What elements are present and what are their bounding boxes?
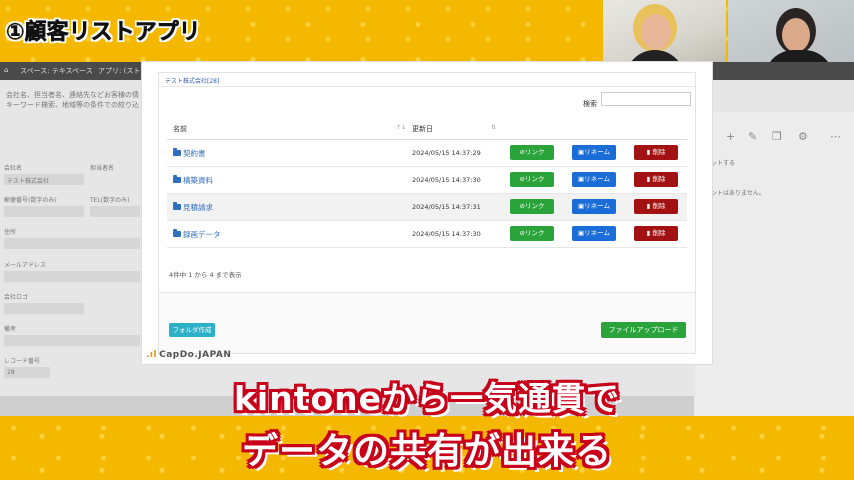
breadcrumb-app[interactable]: アプリ: (ストレ bbox=[98, 66, 147, 76]
delete-button[interactable]: ▮ 削除 bbox=[634, 199, 678, 214]
field-label: 備考 bbox=[4, 326, 17, 333]
panel-heading: テスト株式会社[28] bbox=[159, 73, 695, 87]
pagination-info: 4件中 1 から 4 まで表示 bbox=[169, 271, 242, 279]
file-row: 契約書 2024/05/15 14:37:29 ⊘リンク ▣リネーム ▮ 削除 bbox=[167, 140, 687, 167]
breadcrumb-space[interactable]: スペース: テキスペース bbox=[20, 66, 93, 76]
video-title: ①顧客リストアプリ bbox=[6, 20, 201, 46]
updated-date: 2024/05/15 14:37:30 bbox=[412, 230, 481, 238]
field-label: レコード番号 bbox=[4, 358, 41, 365]
home-icon[interactable]: ⌂ bbox=[4, 66, 8, 74]
field-label: 担当者名 bbox=[90, 165, 115, 172]
create-folder-button[interactable]: フォルダ作成 bbox=[169, 323, 215, 337]
search-input[interactable] bbox=[601, 92, 691, 106]
no-comments-text: メントはありません。 bbox=[705, 190, 765, 197]
trash-icon: ▮ bbox=[646, 148, 651, 156]
folder-name-link[interactable]: 契約書 bbox=[183, 148, 206, 159]
link-button[interactable]: ⊘リンク bbox=[510, 145, 554, 160]
logo-field[interactable] bbox=[4, 303, 84, 314]
delete-button[interactable]: ▮ 削除 bbox=[634, 172, 678, 187]
capdo-logo: .ıl CapDo.JAPAN bbox=[146, 350, 232, 360]
sort-icon[interactable]: ↑↓ bbox=[396, 124, 406, 131]
more-icon[interactable]: ⋯ bbox=[830, 130, 841, 143]
trash-icon: ▮ bbox=[646, 229, 651, 237]
link-button[interactable]: ⊘リンク bbox=[510, 199, 554, 214]
field-label: 郵便番号(数字のみ) bbox=[4, 197, 57, 204]
caption-line-1: kintoneから一気通貫で bbox=[233, 379, 621, 418]
webcam-2: ヘイ 北野 晴樹 bbox=[728, 0, 854, 70]
link-button[interactable]: ⊘リンク bbox=[510, 226, 554, 241]
field-label: 会社ロゴ bbox=[4, 294, 29, 301]
postal-field[interactable] bbox=[4, 206, 84, 217]
folder-name-link[interactable]: 見積請求 bbox=[183, 202, 213, 213]
updated-date: 2024/05/15 14:37:31 bbox=[412, 203, 481, 211]
column-header-name[interactable]: 名前 bbox=[173, 124, 187, 134]
webcam-1: ヘイ人 木村 佳翔也 bbox=[603, 0, 726, 70]
logo-mark-icon: .ıl bbox=[146, 350, 158, 360]
person-face bbox=[641, 14, 671, 50]
file-row: 録画データ 2024/05/15 14:37:30 ⊘リンク ▣リネーム ▮ 削… bbox=[167, 221, 687, 248]
search-label: 検索 bbox=[583, 100, 597, 108]
field-label: 住所 bbox=[4, 229, 17, 236]
edit-icon[interactable]: ✎ bbox=[748, 130, 757, 143]
person-face bbox=[782, 18, 810, 52]
gear-icon[interactable]: ⚙ bbox=[798, 130, 808, 143]
caption-line-2: データの共有が出来る bbox=[241, 431, 612, 472]
delete-button[interactable]: ▮ 削除 bbox=[634, 226, 678, 241]
trash-icon: ▮ bbox=[646, 175, 651, 183]
tel-field[interactable] bbox=[90, 206, 140, 217]
notes-field[interactable] bbox=[4, 335, 140, 346]
file-upload-button[interactable]: ファイルアップロード bbox=[601, 322, 686, 338]
modal-inner: テスト株式会社[28] 検索 名前 ↑↓ 更新日 ⇅ 契約書 2024/05/1… bbox=[158, 72, 696, 354]
sort-icon[interactable]: ⇅ bbox=[491, 124, 496, 131]
file-modal: テスト株式会社[28] 検索 名前 ↑↓ 更新日 ⇅ 契約書 2024/05/1… bbox=[142, 62, 712, 364]
updated-date: 2024/05/15 14:37:29 bbox=[412, 149, 481, 157]
folder-icon bbox=[173, 175, 181, 183]
folder-name-link[interactable]: 録画データ bbox=[183, 229, 221, 240]
field-label: メールアドレス bbox=[4, 262, 47, 269]
folder-icon bbox=[173, 229, 181, 237]
company-name-field[interactable]: テスト株式会社 bbox=[4, 174, 84, 185]
email-field[interactable] bbox=[4, 271, 140, 282]
file-panel: テスト株式会社[28] 検索 名前 ↑↓ 更新日 ⇅ 契約書 2024/05/1… bbox=[159, 73, 695, 293]
app-description: キーワード検索、地域等の条件での絞り込 bbox=[6, 101, 139, 109]
rename-button[interactable]: ▣リネーム bbox=[572, 172, 616, 187]
rename-button[interactable]: ▣リネーム bbox=[572, 145, 616, 160]
folder-icon bbox=[173, 148, 181, 156]
column-header-updated[interactable]: 更新日 bbox=[412, 124, 433, 134]
rename-button[interactable]: ▣リネーム bbox=[572, 226, 616, 241]
field-label: TEL(数字のみ) bbox=[90, 197, 130, 204]
copy-icon[interactable]: ❐ bbox=[772, 130, 782, 143]
folder-icon bbox=[173, 202, 181, 210]
updated-date: 2024/05/15 14:37:30 bbox=[412, 176, 481, 184]
plus-icon[interactable]: + bbox=[726, 130, 735, 143]
field-label: 会社名 bbox=[4, 165, 23, 172]
folder-name-link[interactable]: 構築資料 bbox=[183, 175, 213, 186]
delete-button[interactable]: ▮ 削除 bbox=[634, 145, 678, 160]
file-row: 見積請求 2024/05/15 14:37:31 ⊘リンク ▣リネーム ▮ 削除 bbox=[167, 194, 687, 221]
file-row: 構築資料 2024/05/15 14:37:30 ⊘リンク ▣リネーム ▮ 削除 bbox=[167, 167, 687, 194]
trash-icon: ▮ bbox=[646, 202, 651, 210]
app-description: 会社名、担当者名、連絡先などお客様の情 bbox=[6, 91, 139, 99]
address-field[interactable] bbox=[4, 238, 140, 249]
rename-button[interactable]: ▣リネーム bbox=[572, 199, 616, 214]
link-button[interactable]: ⊘リンク bbox=[510, 172, 554, 187]
